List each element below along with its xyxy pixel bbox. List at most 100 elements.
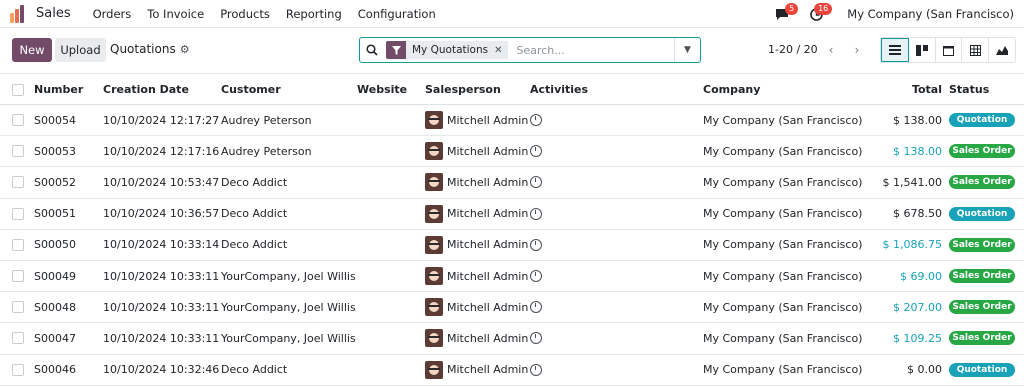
clock-icon[interactable]	[530, 332, 542, 345]
header-salesperson[interactable]: Salesperson	[425, 75, 501, 104]
upload-button[interactable]: Upload	[55, 38, 106, 62]
clock-icon[interactable]	[530, 176, 542, 189]
row-checkbox[interactable]	[12, 145, 24, 158]
table-row[interactable]: S00052 10/10/2024 10:53:47 Deco Addict M…	[0, 167, 1024, 199]
table-body: S00054 10/10/2024 12:17:27 Audrey Peters…	[0, 105, 1024, 386]
table-row[interactable]: S00048 10/10/2024 10:33:11 YourCompany, …	[0, 292, 1024, 324]
facet-label: My Quotations	[412, 44, 489, 56]
status-badge: Sales Order	[949, 237, 1015, 252]
search-facet[interactable]: My Quotations ✕	[386, 41, 509, 59]
close-icon[interactable]: ✕	[494, 45, 508, 56]
header-status[interactable]: Status	[949, 75, 989, 104]
new-button[interactable]: New	[12, 38, 52, 62]
salesperson-name: Mitchell Admin	[447, 144, 529, 158]
row-customer: Deco Addict	[221, 175, 288, 189]
avatar	[425, 173, 443, 192]
row-total: $ 0.00	[907, 363, 942, 377]
header-activities[interactable]: Activities	[530, 75, 588, 104]
header-company[interactable]: Company	[703, 75, 760, 104]
menu-reporting[interactable]: Reporting	[286, 7, 342, 21]
chevron-right-icon: ›	[854, 43, 860, 57]
pivot-view-button[interactable]	[962, 38, 990, 62]
salesperson-name: Mitchell Admin	[447, 300, 529, 314]
sales-app-logo-icon[interactable]	[10, 4, 30, 23]
row-creation-date: 10/10/2024 10:33:11	[103, 331, 220, 345]
row-customer: YourCompany, Joel Willis	[221, 300, 356, 314]
list-view-button[interactable]	[881, 38, 909, 62]
row-creation-date: 10/10/2024 10:33:11	[103, 300, 220, 314]
list-icon	[888, 45, 901, 55]
status-badge: Sales Order	[949, 331, 1015, 346]
table-row[interactable]: S00051 10/10/2024 10:36:57 Deco Addict M…	[0, 199, 1024, 230]
row-checkbox[interactable]	[12, 363, 24, 376]
status-badge: Quotation	[949, 362, 1015, 377]
table-row[interactable]: S00053 10/10/2024 12:17:16 Audrey Peters…	[0, 136, 1024, 168]
select-all-checkbox[interactable]	[12, 83, 24, 96]
clock-icon[interactable]	[530, 363, 542, 376]
row-customer: Audrey Peterson	[221, 113, 312, 127]
row-checkbox[interactable]	[12, 176, 24, 189]
clock-icon[interactable]	[530, 270, 542, 283]
row-checkbox[interactable]	[12, 301, 24, 314]
calendar-view-button[interactable]	[936, 38, 963, 62]
row-checkbox[interactable]	[12, 114, 24, 127]
row-salesperson: Mitchell Admin	[425, 292, 528, 322]
header-creation-date[interactable]: Creation Date	[103, 75, 189, 104]
row-salesperson: Mitchell Admin	[425, 230, 528, 260]
table-row[interactable]: S00050 10/10/2024 10:33:14 Deco Addict M…	[0, 230, 1024, 261]
pager-next-button[interactable]: ›	[845, 38, 869, 62]
row-checkbox[interactable]	[12, 238, 24, 251]
table-row[interactable]: S00049 10/10/2024 10:33:11 YourCompany, …	[0, 261, 1024, 293]
header-total[interactable]: Total	[912, 75, 942, 104]
row-number: S00051	[34, 207, 76, 221]
row-creation-date: 10/10/2024 10:33:11	[103, 269, 220, 283]
row-company: My Company (San Francisco)	[703, 113, 863, 127]
breadcrumb: Quotations ⚙	[110, 42, 190, 56]
row-checkbox[interactable]	[12, 207, 24, 220]
chevron-down-icon[interactable]: ▼	[674, 38, 700, 62]
menu-products[interactable]: Products	[220, 7, 270, 21]
row-company: My Company (San Francisco)	[703, 207, 863, 221]
kanban-view-button[interactable]	[909, 38, 936, 62]
activities-button[interactable]: 16	[803, 3, 833, 24]
app-brand[interactable]: Sales	[36, 6, 71, 21]
header-customer[interactable]: Customer	[221, 75, 281, 104]
table-row[interactable]: S00047 10/10/2024 10:33:11 YourCompany, …	[0, 323, 1024, 355]
row-creation-date: 10/10/2024 10:32:46	[103, 363, 220, 377]
clock-icon[interactable]	[530, 145, 542, 158]
salesperson-name: Mitchell Admin	[447, 207, 529, 221]
row-number: S00048	[34, 300, 76, 314]
table-header: Number Creation Date Customer Website Sa…	[0, 75, 1024, 105]
search-icon[interactable]	[360, 38, 384, 62]
search-input[interactable]: Search...	[516, 44, 674, 57]
menu-to-invoice[interactable]: To Invoice	[147, 7, 204, 21]
clock-icon[interactable]	[530, 301, 542, 314]
table-row[interactable]: S00054 10/10/2024 12:17:27 Audrey Peters…	[0, 105, 1024, 137]
table-row[interactable]: S00046 10/10/2024 10:32:46 Deco Addict M…	[0, 355, 1024, 386]
messages-button[interactable]: 5	[769, 3, 799, 24]
row-creation-date: 10/10/2024 10:53:47	[103, 175, 220, 189]
gear-icon[interactable]: ⚙	[180, 43, 190, 56]
row-checkbox[interactable]	[12, 332, 24, 345]
salesperson-name: Mitchell Admin	[447, 331, 529, 345]
menu-orders[interactable]: Orders	[93, 7, 132, 21]
top-navbar: Sales Orders To Invoice Products Reporti…	[0, 0, 1024, 28]
clock-icon[interactable]	[530, 238, 542, 251]
activities-badge: 16	[814, 3, 833, 15]
pivot-table-icon	[969, 44, 981, 56]
row-number: S00052	[34, 175, 76, 189]
pager-prev-button[interactable]: ‹	[819, 38, 843, 62]
header-number[interactable]: Number	[34, 75, 83, 104]
clock-icon[interactable]	[530, 207, 542, 220]
row-creation-date: 10/10/2024 12:17:16	[103, 144, 220, 158]
graph-view-button[interactable]	[989, 38, 1015, 62]
company-switcher[interactable]: My Company (San Francisco)	[847, 7, 1014, 21]
row-salesperson: Mitchell Admin	[425, 136, 528, 166]
menu-configuration[interactable]: Configuration	[358, 7, 436, 21]
pager-value[interactable]: 1-20 / 20	[768, 43, 818, 56]
row-checkbox[interactable]	[12, 270, 24, 283]
area-chart-icon	[996, 46, 1009, 55]
clock-icon[interactable]	[530, 114, 542, 127]
header-website[interactable]: Website	[357, 75, 407, 104]
avatar	[425, 360, 443, 379]
